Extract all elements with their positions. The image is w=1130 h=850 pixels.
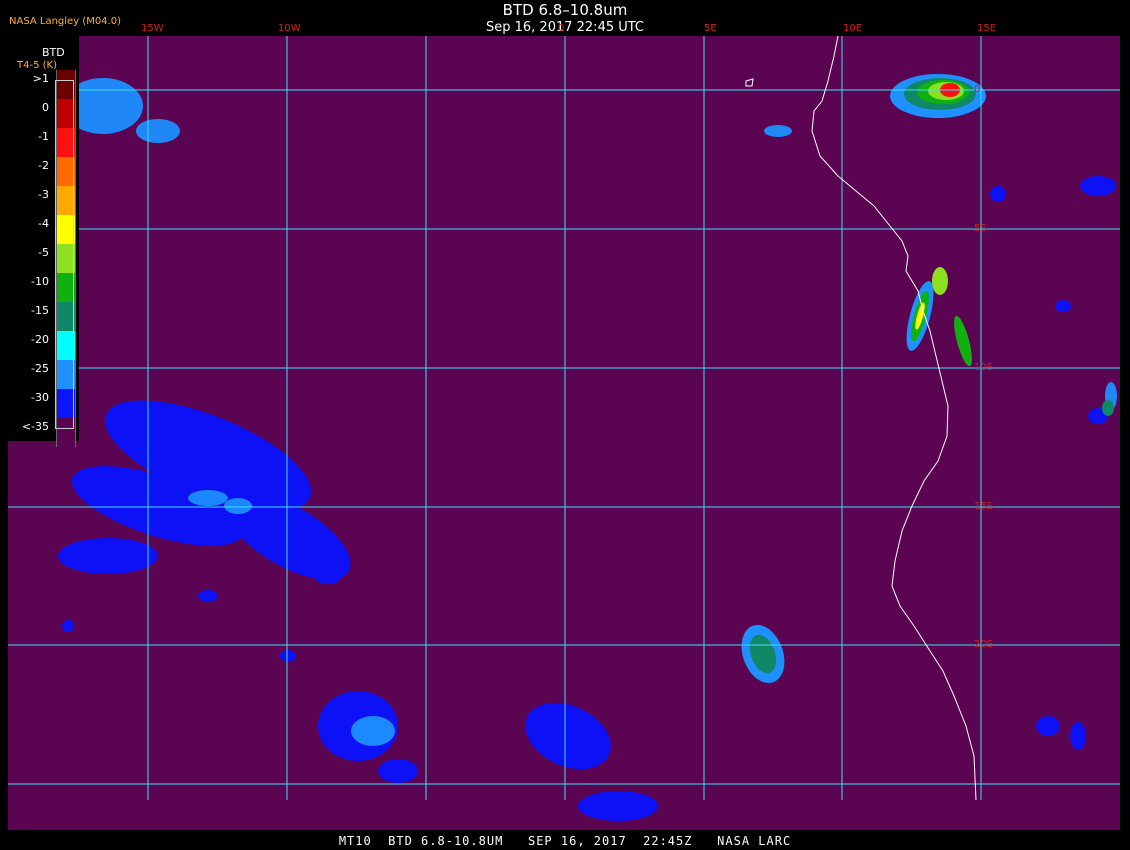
legend-swatch (56, 360, 76, 389)
legend-label: -5 (38, 246, 49, 259)
legend-swatch (56, 389, 76, 418)
legend-subtitle: T4-5 (K) (17, 60, 57, 71)
convection-cell-northeast (890, 74, 986, 118)
lat-label-5s: 5S (974, 223, 987, 234)
legend-swatch (56, 70, 76, 99)
satellite-map (8, 36, 1120, 830)
legend-label: -2 (38, 159, 49, 172)
map-canvas (8, 36, 1120, 821)
legend-title: BTD (42, 46, 65, 59)
lon-label-15e: 15E (977, 23, 997, 34)
branding-label: NASA Langley (M04.0) (9, 16, 121, 27)
legend-label: -20 (31, 333, 49, 346)
legend-label: >1 (32, 72, 49, 85)
lon-label-15w: 15W (141, 23, 164, 34)
lat-label-20s: 20S (974, 639, 994, 650)
legend-swatch (56, 331, 76, 360)
legend-swatch (56, 186, 76, 215)
legend-label: -25 (31, 362, 49, 375)
legend-label: -30 (31, 391, 49, 404)
legend-label: -3 (38, 188, 49, 201)
lat-label-0: 0 (974, 84, 981, 95)
color-legend: BTD T4-5 (K) >1 0 -1 -2 -3 -4 -5 -10 -15 -20 -25 -3… (8, 36, 79, 447)
lat-label-15s: 15S (974, 501, 994, 512)
legend-label: <-35 (21, 420, 49, 433)
lon-label-10e: 10E (843, 23, 863, 34)
legend-swatch (56, 157, 76, 186)
legend-swatch (56, 99, 76, 128)
cloud-field-bright (63, 78, 1117, 746)
lat-label-10s: 10S (974, 362, 994, 373)
map-title: BTD 6.8–10.8um (502, 1, 628, 19)
island-outline (745, 78, 754, 87)
footer-caption: MT10 BTD 6.8-10.8UM SEP 16, 2017 22:45Z … (338, 834, 792, 848)
legend-label: -4 (38, 217, 49, 230)
legend-label: -10 (31, 275, 49, 288)
map-timestamp: Sep 16, 2017 22:45 UTC (485, 20, 645, 35)
lon-label-10w: 10W (278, 23, 301, 34)
legend-swatch (56, 215, 76, 244)
lon-label-5e: 5E (704, 23, 717, 34)
legend-swatch (56, 128, 76, 157)
legend-label: 0 (42, 101, 49, 114)
coastline (811, 36, 977, 801)
lon-label-0: 0 (558, 23, 565, 34)
legend-label: -1 (38, 130, 49, 143)
legend-swatch (56, 244, 76, 273)
legend-swatch (56, 273, 76, 302)
legend-swatch (56, 418, 76, 447)
legend-swatch (56, 302, 76, 331)
legend-label: -15 (31, 304, 49, 317)
convection-cell-ocean (741, 400, 1114, 684)
